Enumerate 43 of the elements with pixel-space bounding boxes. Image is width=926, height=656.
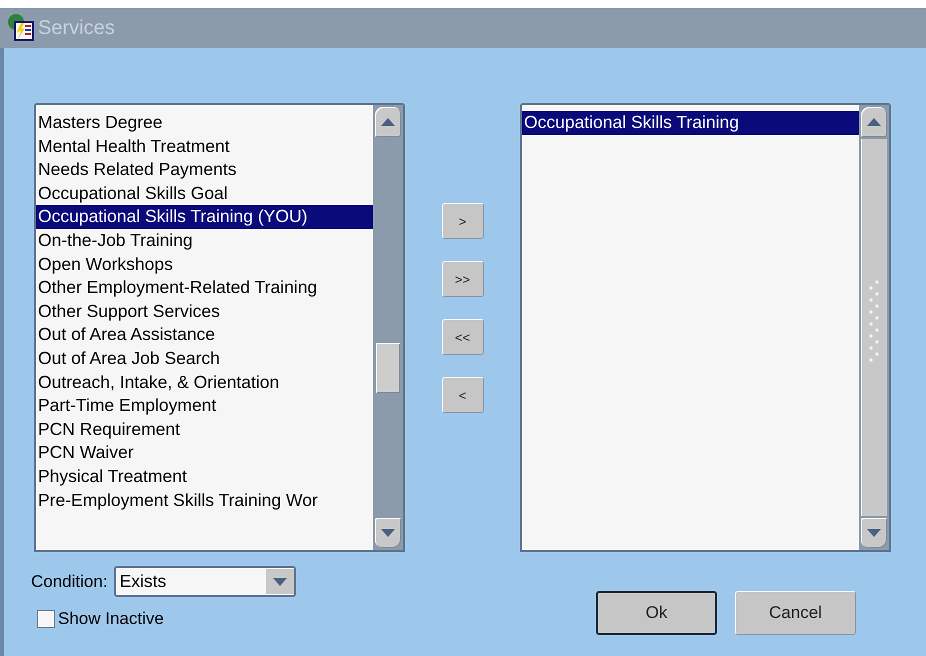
list-item[interactable]: PCN Waiver xyxy=(36,441,373,465)
list-item[interactable]: Open Workshops xyxy=(36,252,373,276)
show-inactive-label: Show Inactive xyxy=(58,609,164,629)
list-item[interactable]: Occupational Skills Training (YOU) xyxy=(36,205,373,229)
up-arrow-icon xyxy=(867,118,881,126)
chosen-list[interactable]: Occupational Skills Training xyxy=(520,103,891,552)
list-item[interactable]: Needs Related Payments xyxy=(36,158,373,182)
scroll-up-button[interactable] xyxy=(375,107,401,137)
scrollbar[interactable] xyxy=(859,105,889,550)
down-arrow-icon xyxy=(381,529,395,537)
list-item[interactable]: Outreach, Intake, & Orientation xyxy=(36,370,373,394)
dialog-button[interactable]: Ok xyxy=(596,591,717,635)
list-item[interactable]: Pre-Employment Skills Training Wor xyxy=(36,488,373,512)
list-item[interactable]: PCN Requirement xyxy=(36,418,373,442)
dialog-button[interactable]: Cancel xyxy=(735,591,856,635)
scroll-down-button[interactable] xyxy=(375,518,401,548)
move-button[interactable]: < xyxy=(442,377,484,413)
move-button[interactable]: > xyxy=(442,203,484,239)
scrollbar[interactable] xyxy=(373,105,403,550)
up-arrow-icon xyxy=(381,118,395,126)
list-item[interactable]: Mental Health Treatment xyxy=(36,134,373,158)
list-item[interactable]: On-the-Job Training xyxy=(36,228,373,253)
available-list[interactable] xyxy=(34,103,405,552)
list-item[interactable]: Other Support Services xyxy=(36,300,373,324)
list-item[interactable]: Part-Time Employment xyxy=(36,394,373,418)
list-item[interactable]: Other Employment-Related Training xyxy=(36,276,373,300)
list-item[interactable]: Physical Treatment xyxy=(36,464,373,488)
list-item[interactable]: Masters Degree xyxy=(36,111,373,135)
scroll-down-button[interactable] xyxy=(861,518,887,548)
list-item[interactable]: Out of Area Job Search xyxy=(36,346,373,371)
down-arrow-icon xyxy=(867,529,881,537)
dropdown-arrow-icon xyxy=(272,578,287,586)
list-item[interactable]: Occupational Skills Goal xyxy=(36,182,373,206)
condition-dropdown[interactable]: Exists xyxy=(114,566,296,597)
move-button[interactable]: >> xyxy=(442,261,484,297)
condition-label: Condition: xyxy=(31,572,108,592)
scroll-up-button[interactable] xyxy=(861,107,887,137)
scroll-thumb[interactable] xyxy=(376,343,400,393)
list-item[interactable]: Occupational Skills Training xyxy=(522,111,859,135)
move-button[interactable]: << xyxy=(442,319,484,355)
app-icon xyxy=(6,13,36,43)
list-item[interactable]: Out of Area Assistance xyxy=(36,323,373,347)
window-title: Services xyxy=(38,16,115,40)
